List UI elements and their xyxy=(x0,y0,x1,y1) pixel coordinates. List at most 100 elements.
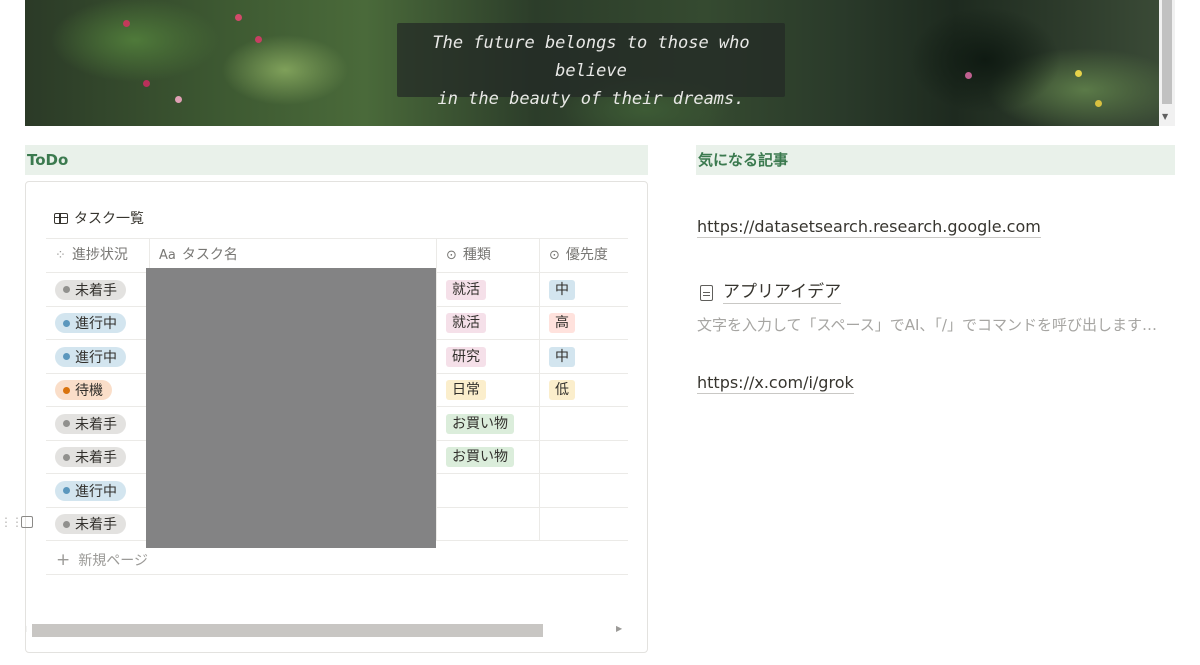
status-dot-icon xyxy=(63,386,70,394)
select-property-icon: ⊙ xyxy=(549,248,560,263)
priority-cell[interactable]: 中 xyxy=(540,273,628,306)
status-cell[interactable]: 未着手 xyxy=(46,508,150,541)
database-title-label: タスク一覧 xyxy=(74,211,144,227)
status-dot-icon xyxy=(63,353,70,360)
scrollbar-thumb[interactable] xyxy=(1162,0,1172,104)
articles-heading: 気になる記事 xyxy=(696,145,1175,175)
status-dot-icon xyxy=(63,453,70,461)
column-divider xyxy=(539,238,540,541)
flower-decoration xyxy=(235,14,242,21)
priority-tag: 高 xyxy=(549,313,575,333)
status-dot-icon xyxy=(63,319,70,327)
priority-tag: 中 xyxy=(549,279,575,300)
status-label: 未着手 xyxy=(75,450,117,466)
status-badge: 未着手 xyxy=(55,447,126,467)
quote-line: The future belongs to those who believe xyxy=(432,33,750,81)
status-badge: 進行中 xyxy=(55,313,126,333)
database-title[interactable]: タスク一覧 xyxy=(54,208,144,228)
kind-cell[interactable] xyxy=(437,474,540,507)
scroll-right-arrow-icon[interactable]: ▶ xyxy=(616,624,622,633)
scroll-left-arrow-icon[interactable]: ◀ xyxy=(26,624,27,633)
flower-decoration xyxy=(965,72,972,79)
page-link-app-idea[interactable]: アプリアイデア xyxy=(700,281,842,304)
article-link[interactable]: https://x.com/i/grok xyxy=(697,373,854,394)
status-cell[interactable]: 進行中 xyxy=(46,340,150,373)
priority-cell[interactable] xyxy=(540,474,628,507)
cover-image: The future belongs to those who believe … xyxy=(25,0,1159,126)
article-link[interactable]: https://datasetsearch.research.google.co… xyxy=(697,217,1041,238)
status-dot-icon xyxy=(63,520,70,528)
status-spinner-icon: ⁘ xyxy=(55,248,66,263)
status-badge: 進行中 xyxy=(55,346,126,367)
document-icon xyxy=(700,284,713,301)
vertical-scrollbar[interactable]: ▼ xyxy=(1159,0,1175,126)
flower-decoration xyxy=(1095,100,1102,107)
status-cell[interactable]: 未着手 xyxy=(46,407,150,440)
flower-decoration xyxy=(255,36,262,43)
priority-cell[interactable]: 低 xyxy=(540,374,628,407)
todo-heading: ToDo xyxy=(25,145,648,175)
plus-icon: + xyxy=(56,550,71,570)
status-cell[interactable]: 未着手 xyxy=(46,441,150,474)
status-label: 未着手 xyxy=(75,416,117,433)
priority-tag: 中 xyxy=(549,346,575,367)
status-badge: 未着手 xyxy=(55,279,126,300)
quote-text: The future belongs to those who believe … xyxy=(397,29,785,113)
priority-cell[interactable] xyxy=(540,441,628,474)
divider xyxy=(46,574,628,575)
flower-decoration xyxy=(1075,70,1082,77)
status-dot-icon xyxy=(63,487,70,494)
priority-cell[interactable] xyxy=(540,508,628,541)
status-cell[interactable]: 進行中 xyxy=(46,307,150,340)
flower-decoration xyxy=(123,20,130,27)
column-label: 優先度 xyxy=(565,247,608,263)
status-cell[interactable]: 未着手 xyxy=(46,273,150,306)
column-header-priority[interactable]: ⊙ 優先度 xyxy=(540,239,628,272)
kind-tag: 就活 xyxy=(446,279,486,300)
kind-cell[interactable]: 日常 xyxy=(437,374,540,407)
status-dot-icon xyxy=(63,420,70,427)
new-page-button[interactable]: + 新規ページ xyxy=(56,550,148,570)
column-divider xyxy=(436,238,437,541)
flower-decoration xyxy=(175,96,182,103)
status-label: 未着手 xyxy=(75,517,117,533)
block-placeholder[interactable]: 文字を入力して「スペース」でAI、「/」でコマンドを呼び出します… xyxy=(697,313,1167,338)
page-title: アプリアイデア xyxy=(723,282,842,304)
status-badge: 待機 xyxy=(55,380,112,400)
kind-tag: お買い物 xyxy=(446,413,514,434)
priority-cell[interactable]: 高 xyxy=(540,307,628,340)
kind-cell[interactable] xyxy=(437,508,540,541)
kind-cell[interactable]: 就活 xyxy=(437,307,540,340)
status-label: 進行中 xyxy=(75,316,117,332)
select-property-icon: ⊙ xyxy=(446,248,457,263)
row-select-checkbox[interactable] xyxy=(21,516,33,528)
column-header-status[interactable]: ⁘ 進捗状況 xyxy=(46,239,150,272)
priority-cell[interactable]: 中 xyxy=(540,340,628,373)
column-header-kind[interactable]: ⊙ 種類 xyxy=(437,239,540,272)
status-label: 未着手 xyxy=(75,282,117,299)
status-badge: 未着手 xyxy=(55,514,126,534)
kind-tag: 研究 xyxy=(446,346,486,367)
kind-tag: 日常 xyxy=(446,380,486,400)
scroll-down-arrow-icon[interactable]: ▼ xyxy=(1162,112,1168,121)
quote-box: The future belongs to those who believe … xyxy=(397,23,785,109)
status-label: 待機 xyxy=(75,383,103,399)
column-label: 種類 xyxy=(462,247,491,263)
status-label: 進行中 xyxy=(75,483,117,500)
drag-handle-icon[interactable]: ⋮⋮ xyxy=(0,515,23,529)
horizontal-scrollbar[interactable]: ◀ ▶ xyxy=(26,623,627,637)
status-badge: 進行中 xyxy=(55,480,126,501)
new-page-label: 新規ページ xyxy=(78,553,148,569)
priority-cell[interactable] xyxy=(540,407,628,440)
scrollbar-thumb[interactable] xyxy=(32,624,543,637)
kind-cell[interactable]: お買い物 xyxy=(437,407,540,440)
kind-cell[interactable]: お買い物 xyxy=(437,441,540,474)
status-label: 進行中 xyxy=(75,349,117,366)
kind-tag: お買い物 xyxy=(446,447,514,467)
kind-cell[interactable]: 就活 xyxy=(437,273,540,306)
table-icon xyxy=(54,212,68,224)
kind-cell[interactable]: 研究 xyxy=(437,340,540,373)
status-cell[interactable]: 待機 xyxy=(46,374,150,407)
status-cell[interactable]: 進行中 xyxy=(46,474,150,507)
kind-tag: 就活 xyxy=(446,313,486,333)
